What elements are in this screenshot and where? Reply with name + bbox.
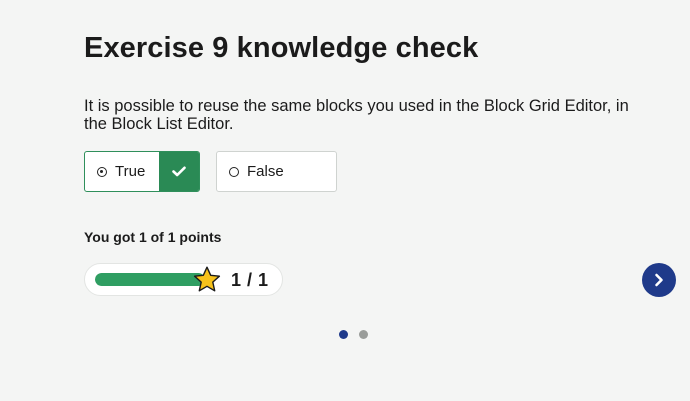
question-text: It is possible to reuse the same blocks … [84,97,629,133]
next-button[interactable] [642,263,676,297]
check-icon [172,166,186,177]
radio-selected-icon [97,166,107,177]
answer-option-false[interactable]: False [216,151,337,192]
page-title: Exercise 9 knowledge check [84,32,479,64]
correct-check-badge [159,152,199,191]
progress-track [95,273,205,286]
score-summary: You got 1 of 1 points [84,229,222,245]
radio-unselected-icon [229,166,239,177]
answer-label-true: True [115,163,146,180]
pagination-dot-1[interactable] [339,330,348,339]
pagination-dots [339,330,368,339]
pagination-dot-2[interactable] [359,330,368,339]
answer-option-true[interactable]: True [84,151,200,192]
star-icon [193,266,221,292]
chevron-right-icon [655,273,663,287]
answer-label-false: False [247,163,284,180]
score-progress: 1 / 1 [84,263,283,296]
score-fraction: 1 / 1 [231,270,269,290]
progress-fill [95,273,205,286]
